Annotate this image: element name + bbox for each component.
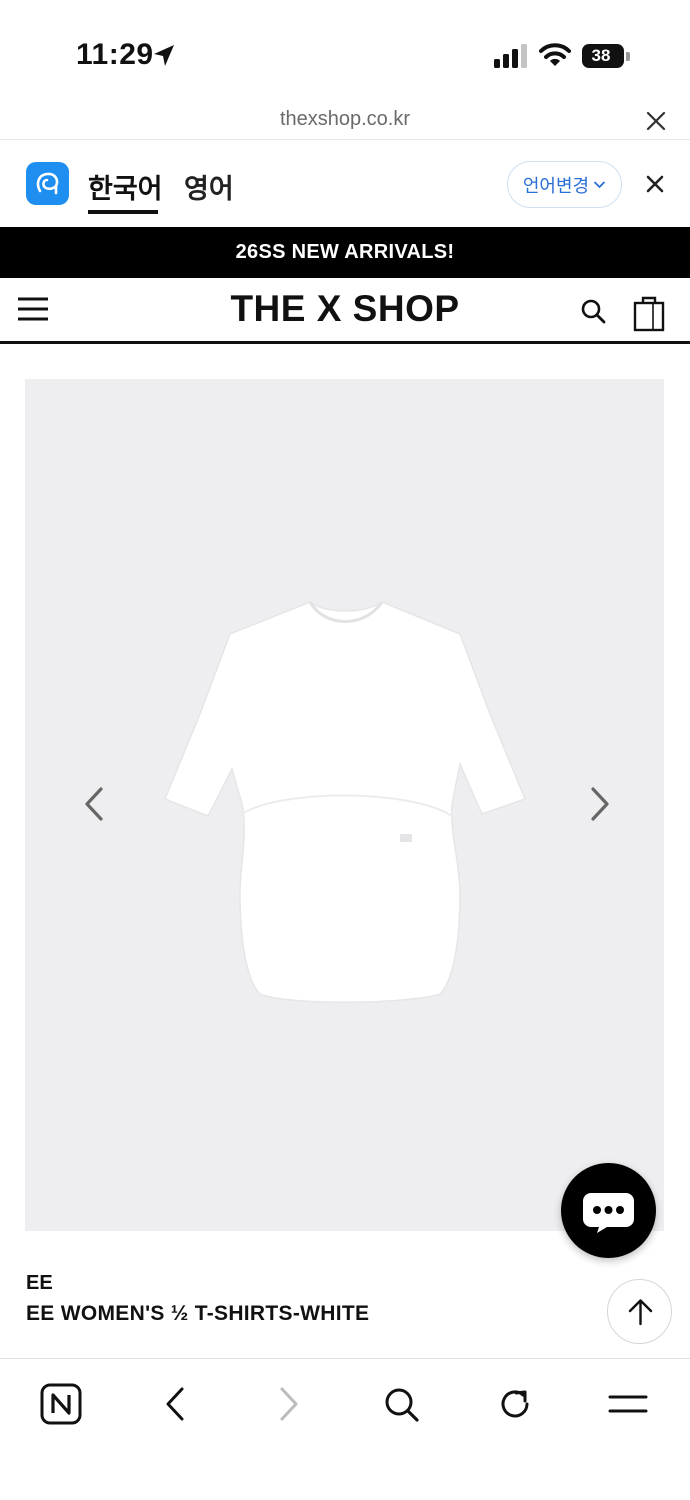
chat-icon [583,1193,634,1233]
forward-icon [280,1387,298,1421]
toolbar-search-button[interactable] [378,1381,424,1427]
location-arrow-icon [154,45,174,66]
back-button[interactable] [152,1381,198,1427]
refresh-icon [501,1390,529,1418]
product-image [164,601,526,1003]
site-header: THE X SHOP [0,278,690,344]
naver-home-icon [40,1383,82,1425]
battery-icon: 38 [582,44,630,68]
tab-korean[interactable]: 한국어 [88,167,163,206]
battery-level: 38 [591,46,611,65]
change-language-label: 언어변경 [522,175,590,196]
chevron-down-icon [593,181,606,189]
naver-home-button[interactable] [38,1381,84,1427]
product-name: EE WOMEN'S ½ T-SHIRTS-WHITE [26,1302,370,1325]
carousel-next-icon[interactable] [585,784,615,824]
url-bar[interactable]: thexshop.co.kr [0,100,690,140]
scroll-top-button[interactable] [607,1279,672,1344]
cart-icon[interactable] [632,294,666,332]
status-time: 11:29 [76,38,154,71]
wifi-icon [539,43,571,66]
browser-toolbar [0,1358,690,1500]
chat-button[interactable] [561,1163,656,1258]
arrow-up-icon [628,1299,653,1326]
change-language-button[interactable]: 언어변경 [507,161,622,208]
browser-menu-button[interactable] [605,1381,651,1427]
product-image-carousel[interactable] [25,379,664,1231]
tab-english[interactable]: 영어 [184,167,234,206]
menu-icon [608,1395,648,1413]
status-bar: 11:29 38 [0,0,690,100]
search-icon[interactable] [580,298,606,324]
signal-icon [494,44,527,68]
product-brand[interactable]: EE [26,1272,53,1295]
forward-button[interactable] [266,1381,312,1427]
promo-banner[interactable]: 26SS NEW ARRIVALS! [0,227,690,278]
close-translate-icon[interactable] [645,174,665,194]
back-icon [166,1387,184,1421]
close-icon[interactable] [645,110,667,132]
translate-bar: 한국어 영어 언어변경 [0,141,690,227]
url-text[interactable]: thexshop.co.kr [0,108,690,131]
refresh-button[interactable] [492,1381,538,1427]
search-icon [385,1388,419,1422]
carousel-prev-icon[interactable] [79,784,109,824]
active-tab-indicator [88,210,158,214]
translate-logo-icon [26,162,69,205]
